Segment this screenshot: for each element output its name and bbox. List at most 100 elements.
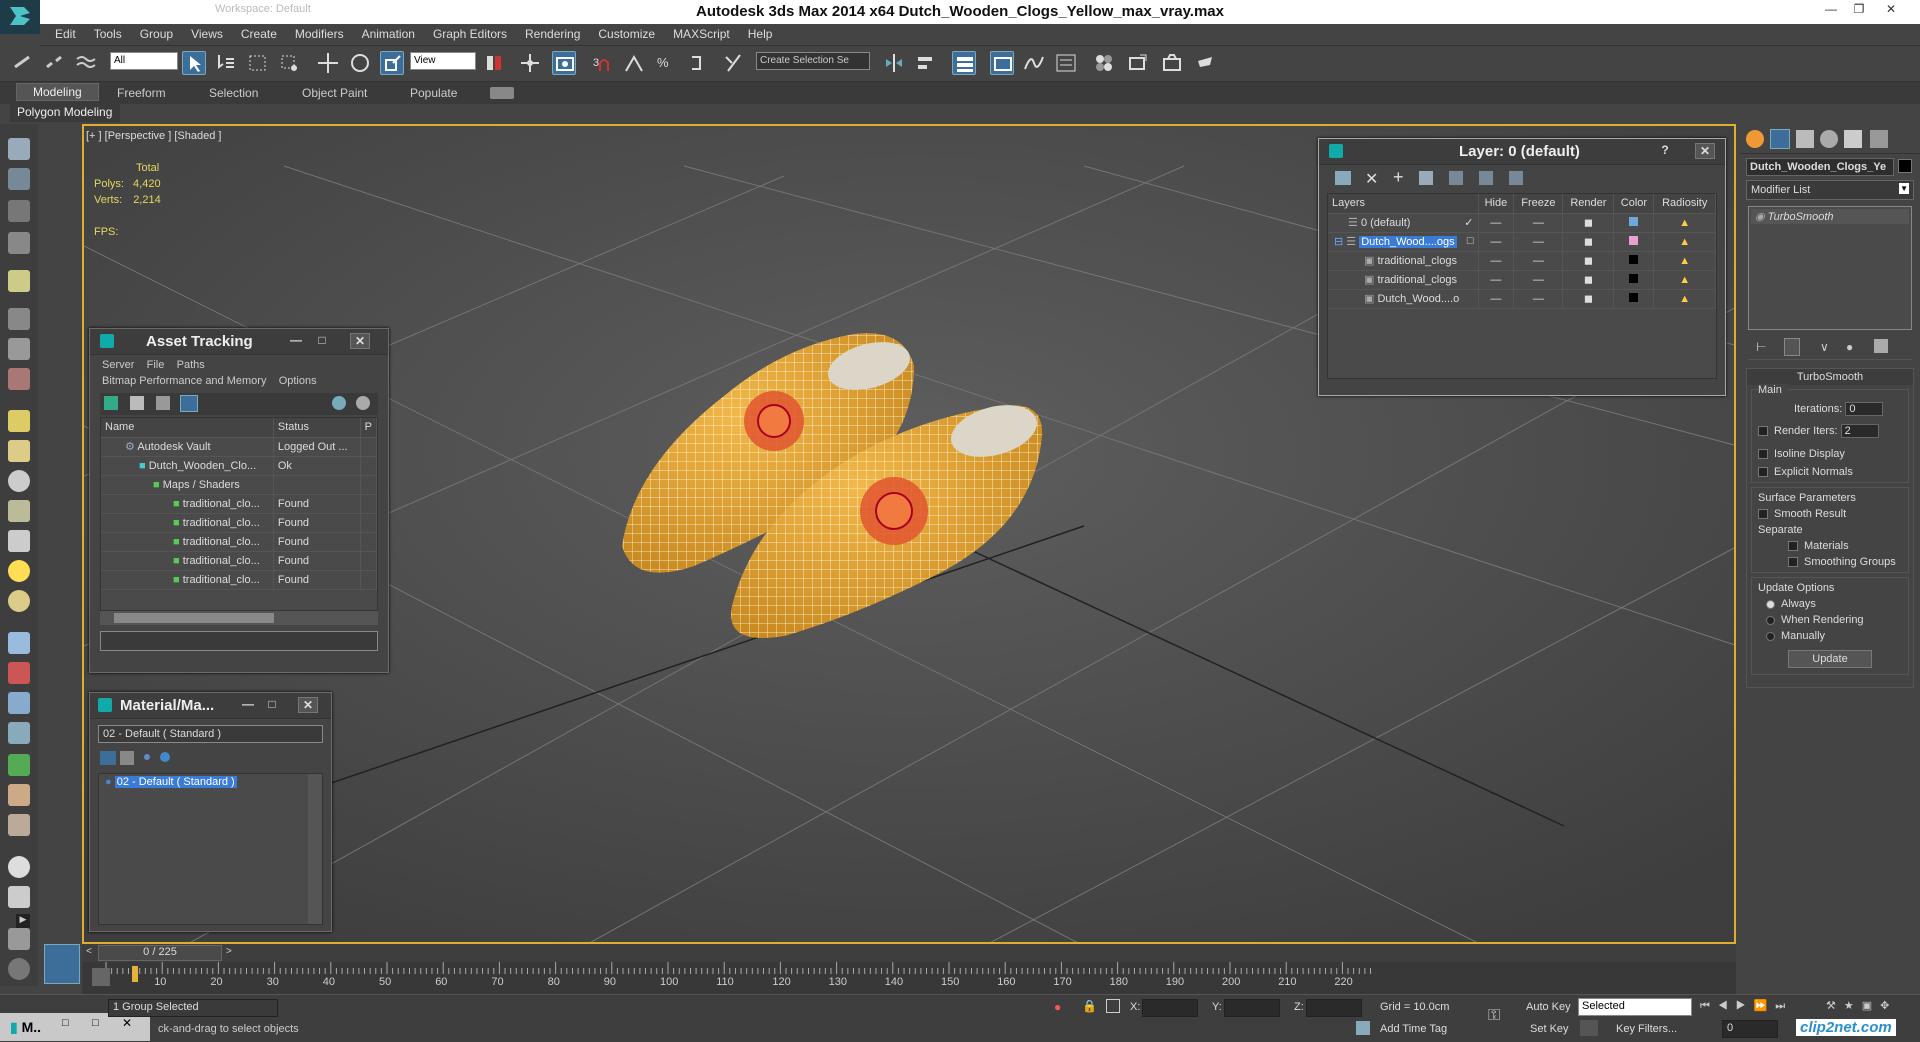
angle-snap-icon[interactable] [622, 51, 646, 75]
align-icon[interactable] [914, 51, 938, 75]
mini-listener[interactable] [44, 944, 80, 984]
ribbon-options-icon[interactable] [490, 87, 514, 99]
spacewarp-icon[interactable] [8, 368, 30, 390]
menu-group[interactable]: Group [131, 24, 182, 44]
isoline-display-checkbox[interactable] [1758, 449, 1768, 460]
col-layers[interactable]: Layers [1328, 194, 1479, 214]
hierarchy-tab-icon[interactable] [1796, 130, 1814, 148]
delete-layer-icon[interactable]: ✕ [1365, 169, 1378, 189]
render-production-icon[interactable] [1194, 51, 1218, 75]
box-icon[interactable] [8, 410, 30, 432]
horizontal-scrollbar[interactable] [100, 611, 378, 625]
rect-selection-icon[interactable] [246, 51, 270, 75]
prev-frame-arrow[interactable]: < [86, 946, 98, 960]
curve-editor-icon[interactable] [1022, 51, 1046, 75]
frame-slider-thumb[interactable]: 0 / 225 [98, 945, 222, 961]
tab-freeform[interactable]: Freeform [117, 86, 166, 100]
menu-animation[interactable]: Animation [353, 24, 424, 44]
close-button[interactable]: ✕ [350, 333, 370, 349]
set-key-button[interactable]: Set Key [1530, 1023, 1569, 1035]
layer-row[interactable]: ▣ traditional_clogs — — ◼ ▲ [1328, 251, 1716, 271]
material-item[interactable]: 02 - Default ( Standard ) [114, 776, 237, 788]
create-tab-icon[interactable] [1746, 130, 1764, 148]
motion-tab-icon[interactable] [1820, 130, 1838, 148]
menu-edit[interactable]: Edit [46, 24, 85, 44]
select-object-icon[interactable] [182, 51, 206, 75]
move-icon[interactable] [316, 51, 340, 75]
smoothing-groups-checkbox[interactable] [1788, 557, 1798, 568]
col-color[interactable]: Color [1613, 194, 1655, 214]
menu-create[interactable]: Create [232, 24, 286, 44]
toggle-ribbon-icon[interactable] [990, 51, 1014, 75]
tree-view-icon[interactable] [156, 396, 170, 410]
help-icon[interactable] [332, 396, 346, 410]
layer-color-swatch[interactable] [1629, 235, 1639, 245]
add-to-layer-icon[interactable]: + [1393, 167, 1404, 188]
teapot-icon[interactable] [8, 138, 30, 160]
refresh-icon[interactable] [104, 396, 118, 410]
y-coordinate-field[interactable] [1224, 999, 1280, 1017]
bones-icon[interactable] [8, 692, 30, 714]
when-rendering-radio[interactable] [1766, 615, 1775, 625]
cone-icon[interactable] [8, 530, 30, 552]
update-button[interactable]: Update [1788, 650, 1872, 668]
named-selection-set-dropdown[interactable]: Create Selection Se [756, 52, 870, 70]
plant-icon[interactable] [8, 754, 30, 776]
table-view-icon[interactable] [180, 395, 198, 412]
manipulate-icon[interactable] [518, 51, 542, 75]
table-row[interactable]: ■ traditional_clo... Found [101, 532, 377, 552]
modify-tab-icon[interactable] [1770, 129, 1790, 149]
keyboard-shortcut-override-icon[interactable] [552, 51, 576, 75]
turbosmooth-rollout[interactable]: TurboSmooth [1747, 369, 1913, 385]
smooth-result-checkbox[interactable] [1758, 509, 1768, 520]
table-row[interactable]: ■ Maps / Shaders [101, 475, 377, 495]
col-freeze[interactable]: Freeze [1513, 194, 1564, 214]
make-unique-icon[interactable]: ∨ [1820, 340, 1829, 354]
cloth-icon[interactable] [8, 814, 30, 836]
select-in-layer-icon[interactable] [1419, 171, 1433, 185]
mirror-icon[interactable] [882, 51, 906, 75]
render-iters-spinner[interactable]: 2 [1840, 424, 1879, 438]
configure-modifier-sets-icon[interactable] [1874, 339, 1888, 353]
isolate-icon[interactable]: ● [1054, 1000, 1061, 1014]
menu-views[interactable]: Views [182, 24, 232, 44]
polygon-modeling-panel[interactable]: Polygon Modeling [10, 104, 120, 122]
helper-icon[interactable] [8, 338, 30, 360]
layer-color-swatch[interactable] [1629, 254, 1639, 264]
list-view-icon[interactable] [130, 396, 144, 410]
freeze-all-icon[interactable] [1509, 171, 1523, 185]
menu-maxscript[interactable]: MAXScript [664, 24, 739, 44]
col-name[interactable]: Name [101, 418, 274, 438]
object-color-swatch[interactable] [1898, 159, 1912, 173]
key-filters-button[interactable]: Key Filters... [1616, 1023, 1677, 1035]
path-field[interactable] [100, 631, 378, 651]
menu-paths[interactable]: Paths [177, 359, 205, 371]
next-frame-arrow[interactable]: > [226, 946, 238, 960]
geosphere-icon[interactable] [8, 590, 30, 612]
render-setup-icon[interactable] [1126, 51, 1150, 75]
list-icon[interactable] [100, 751, 116, 765]
spinner-snap-icon[interactable] [686, 51, 710, 75]
layer-color-swatch[interactable] [1629, 216, 1639, 226]
menu-tools[interactable]: Tools [85, 24, 131, 44]
torus-icon[interactable] [8, 470, 30, 492]
z-coordinate-field[interactable] [1306, 999, 1362, 1017]
edit-named-selection-icon[interactable] [722, 51, 746, 75]
grid-icon[interactable] [8, 232, 30, 254]
display-tab-icon[interactable] [1844, 130, 1862, 148]
menu-graph-editors[interactable]: Graph Editors [424, 24, 516, 44]
rendered-frame-window-icon[interactable] [1160, 51, 1184, 75]
sphere-icon[interactable] [8, 440, 30, 462]
modifier-list-dropdown[interactable]: Modifier List ▼ [1746, 180, 1914, 200]
object-name-field[interactable]: Dutch_Wooden_Clogs_Ye [1746, 158, 1894, 176]
schematic-view-icon[interactable] [1054, 51, 1078, 75]
menu-modifiers[interactable]: Modifiers [286, 24, 353, 44]
layer-color-swatch[interactable] [1629, 273, 1639, 283]
vertical-scrollbar[interactable] [308, 774, 322, 924]
settings-icon[interactable] [356, 396, 370, 410]
show-end-result-icon[interactable] [1784, 338, 1800, 356]
gear-icon[interactable] [8, 722, 30, 744]
expand-arrow-icon[interactable]: ▶ [16, 914, 30, 928]
materials-checkbox[interactable] [1788, 541, 1798, 552]
absolute-mode-icon[interactable] [1106, 999, 1120, 1013]
